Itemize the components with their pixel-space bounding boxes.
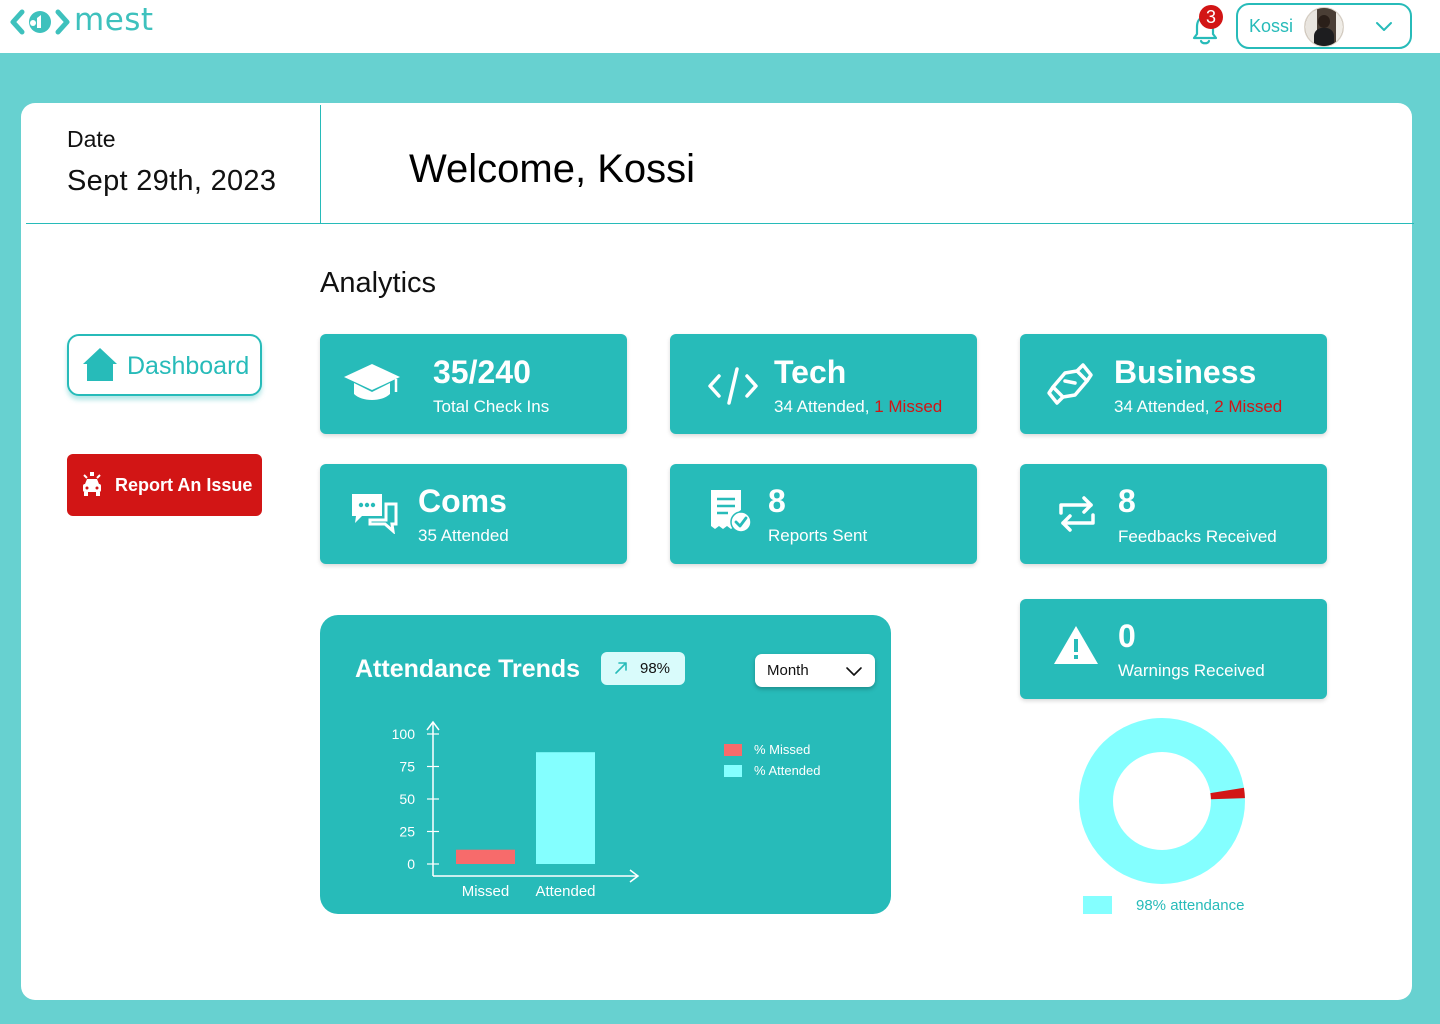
main-card: Date Sept 29th, 2023 Welcome, Kossi Anal… <box>21 103 1414 1000</box>
date-value: Sept 29th, 2023 <box>67 165 277 197</box>
attendance-donut-chart <box>1079 718 1245 884</box>
missed-text: 2 Missed <box>1214 397 1283 416</box>
tile-business[interactable]: Business 34 Attended, 2 Missed <box>1020 334 1327 434</box>
y-tick-label: 50 <box>399 791 415 807</box>
welcome-heading: Welcome, Kossi <box>409 147 696 191</box>
trend-chip: 98% <box>601 652 685 685</box>
attended-text: 34 Attended, <box>774 397 875 416</box>
legend-swatch-attended <box>724 764 742 777</box>
tile-sub: 34 Attended, 1 Missed <box>774 397 942 417</box>
attendance-trends-panel: Attendance Trends 98% Month 100 75 50 25 0 Mi… <box>320 615 891 914</box>
legend-label: % Missed <box>754 742 811 757</box>
tile-warnings[interactable]: 0 Warnings Received <box>1020 599 1327 699</box>
donut-legend-label: 98% attendance <box>1136 896 1245 914</box>
legend-missed: % Missed <box>724 742 810 757</box>
chevron-down-icon <box>846 667 862 676</box>
tile-main: 35/240 <box>433 354 531 390</box>
mest-logo-icon <box>10 9 70 35</box>
date-label: Date <box>67 126 116 152</box>
exchange-icon <box>1059 496 1095 532</box>
avatar <box>1304 7 1344 47</box>
user-menu[interactable]: Kossi <box>1236 3 1412 49</box>
dashboard-label: Dashboard <box>127 352 250 380</box>
bar-attended <box>536 752 595 864</box>
arrow-up-right-icon <box>615 662 627 674</box>
tile-sub: 34 Attended, 2 Missed <box>1114 397 1282 417</box>
tile-sub: 35 Attended <box>418 526 509 545</box>
top-bar: mest 3 Kossi <box>0 0 1440 53</box>
tile-sub: Feedbacks Received <box>1118 527 1277 546</box>
y-tick-label: 100 <box>392 726 416 742</box>
period-select[interactable]: Month <box>755 654 875 687</box>
legend-label: % Attended <box>754 763 821 778</box>
siren-car-icon <box>83 472 101 496</box>
tile-check-ins[interactable]: 35/240 Total Check Ins <box>320 334 627 434</box>
header-divider-vertical <box>320 105 321 223</box>
period-select-value: Month <box>767 662 809 679</box>
handshake-icon <box>1047 363 1093 405</box>
tile-sub: Reports Sent <box>768 526 868 545</box>
x-tick-label: Missed <box>462 883 510 900</box>
tile-coms[interactable]: Coms 35 Attended <box>320 464 627 564</box>
analytics-title: Analytics <box>320 267 437 299</box>
tile-main: Coms <box>418 483 507 519</box>
chart-title: Attendance Trends <box>355 655 581 683</box>
tile-main: 8 <box>1118 483 1136 519</box>
tile-main: Tech <box>774 354 847 390</box>
chat-icon <box>352 494 398 534</box>
report-icon <box>711 490 752 533</box>
tile-main: Business <box>1114 354 1257 390</box>
y-tick-label: 0 <box>407 856 415 872</box>
y-tick-label: 75 <box>399 759 415 775</box>
user-name: Kossi <box>1249 16 1294 36</box>
attended-text: 34 Attended, <box>1114 397 1215 416</box>
attendance-bar-chart: 100 75 50 25 0 Missed Attended <box>392 720 640 900</box>
y-tick-label: 25 <box>399 824 415 840</box>
donut-legend: 98% attendance <box>1083 896 1244 914</box>
tile-reports[interactable]: 8 Reports Sent <box>670 464 977 564</box>
tile-sub: Total Check Ins <box>433 397 550 416</box>
report-issue-label: Report An Issue <box>115 475 253 495</box>
bar-missed <box>456 849 515 864</box>
dashboard-button[interactable]: Dashboard <box>67 334 262 396</box>
donut-slice-attended <box>1079 718 1245 884</box>
code-icon <box>708 367 758 405</box>
tile-main: 0 <box>1118 618 1136 654</box>
legend-attended: % Attended <box>724 763 821 778</box>
x-tick-label: Attended <box>535 883 595 900</box>
notification-badge: 3 <box>1199 5 1223 29</box>
tile-main: 8 <box>768 483 786 519</box>
logo[interactable]: mest <box>10 2 154 38</box>
logo-word: mest <box>74 2 154 38</box>
warning-icon <box>1054 626 1098 664</box>
home-icon <box>83 348 117 381</box>
tile-sub: Warnings Received <box>1118 661 1265 680</box>
legend-swatch-missed <box>724 743 742 756</box>
donut-legend-swatch <box>1083 896 1112 914</box>
header-divider-horizontal <box>26 223 1414 224</box>
tile-feedbacks[interactable]: 8 Feedbacks Received <box>1020 464 1327 564</box>
tile-tech[interactable]: Tech 34 Attended, 1 Missed <box>670 334 977 434</box>
graduation-cap-icon <box>344 364 400 400</box>
chevron-down-icon <box>1376 22 1392 31</box>
report-issue-button[interactable]: Report An Issue <box>67 454 262 516</box>
missed-text: 1 Missed <box>874 397 943 416</box>
trend-value: 98% <box>640 660 671 677</box>
